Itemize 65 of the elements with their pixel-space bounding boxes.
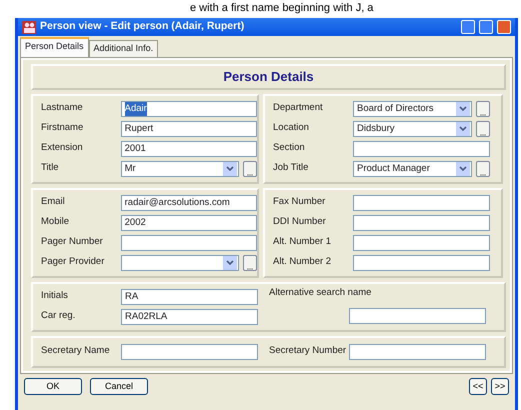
- field-label: Email: [41, 195, 66, 210]
- field-label: Initials: [41, 289, 69, 304]
- tab[interactable]: Person Details: [20, 37, 89, 56]
- field-label: Secretary Name: [41, 344, 111, 358]
- field-label: Secretary Number: [269, 344, 345, 358]
- field-label: Alternative search name: [269, 286, 372, 300]
- section-heading: Person Details: [223, 68, 314, 86]
- input-field[interactable]: [353, 140, 490, 156]
- field-label: Car reg.: [41, 309, 76, 324]
- input-field[interactable]: [120, 234, 257, 250]
- input-field[interactable]: [121, 344, 258, 360]
- dropdown-field[interactable]: Mr: [120, 160, 240, 176]
- field-label: Location: [273, 121, 310, 136]
- maximize-button[interactable]: [479, 20, 493, 34]
- field-label: Alt. Number 1: [273, 235, 332, 250]
- ellipsis-button[interactable]: [476, 160, 490, 176]
- input-field[interactable]: [353, 214, 490, 230]
- field-label: Pager Provider: [41, 255, 106, 270]
- minimize-button[interactable]: [461, 20, 475, 34]
- field-label: Extension: [41, 141, 84, 156]
- nav-button[interactable]: <<: [469, 378, 487, 395]
- field-label: Fax Number: [273, 195, 326, 210]
- background-text: e with a first name beginning with J, a: [189, 1, 374, 16]
- input-field[interactable]: radair@arcsolutions.com: [120, 194, 257, 210]
- dropdown-field[interactable]: [120, 254, 240, 270]
- chevron-down-icon: [459, 106, 467, 112]
- input-field[interactable]: [349, 308, 486, 324]
- input-field[interactable]: [349, 344, 486, 360]
- input-field[interactable]: Adair: [120, 100, 257, 116]
- close-button[interactable]: [497, 20, 511, 34]
- input-field[interactable]: 2002: [120, 214, 257, 230]
- input-field[interactable]: [353, 254, 490, 270]
- input-field[interactable]: [353, 234, 490, 250]
- chevron-down-icon: [459, 166, 467, 172]
- nav-button[interactable]: >>: [491, 378, 509, 395]
- dropdown-field[interactable]: Board of Directors: [353, 100, 472, 116]
- field-label: Mobile: [41, 215, 70, 230]
- field-label: Pager Number: [41, 235, 104, 250]
- field-label: Firstname: [41, 121, 84, 136]
- field-label: Job Title: [273, 161, 310, 176]
- input-field[interactable]: RA02RLA: [121, 308, 258, 324]
- ellipsis-button[interactable]: [476, 100, 490, 116]
- ellipsis-button[interactable]: [476, 120, 490, 136]
- chevron-down-icon: [226, 166, 234, 172]
- field-label: Lastname: [41, 101, 84, 116]
- chevron-down-icon: [459, 126, 467, 132]
- dialog-button[interactable]: OK: [24, 378, 82, 395]
- people-icon: [22, 20, 36, 34]
- chevron-down-icon: [226, 260, 234, 266]
- field-label: Department: [273, 101, 324, 116]
- ellipsis-button[interactable]: [243, 254, 257, 270]
- tab[interactable]: Additional Info.: [88, 40, 158, 56]
- dropdown-field[interactable]: Product Manager: [353, 160, 472, 176]
- window-title: Person view - Edit person (Adair, Rupert): [40, 19, 244, 34]
- input-field[interactable]: 2001: [120, 140, 257, 156]
- input-field[interactable]: RA: [121, 288, 258, 304]
- field-label: Section: [273, 141, 306, 156]
- input-field[interactable]: Rupert: [120, 120, 257, 136]
- field-label: Alt. Number 2: [273, 255, 332, 270]
- field-label: Title: [41, 161, 60, 176]
- ellipsis-button[interactable]: [243, 160, 257, 176]
- dropdown-field[interactable]: Didsbury: [353, 120, 472, 136]
- dialog-button[interactable]: Cancel: [90, 378, 148, 395]
- input-field[interactable]: [353, 194, 490, 210]
- field-label: DDI Number: [273, 215, 327, 230]
